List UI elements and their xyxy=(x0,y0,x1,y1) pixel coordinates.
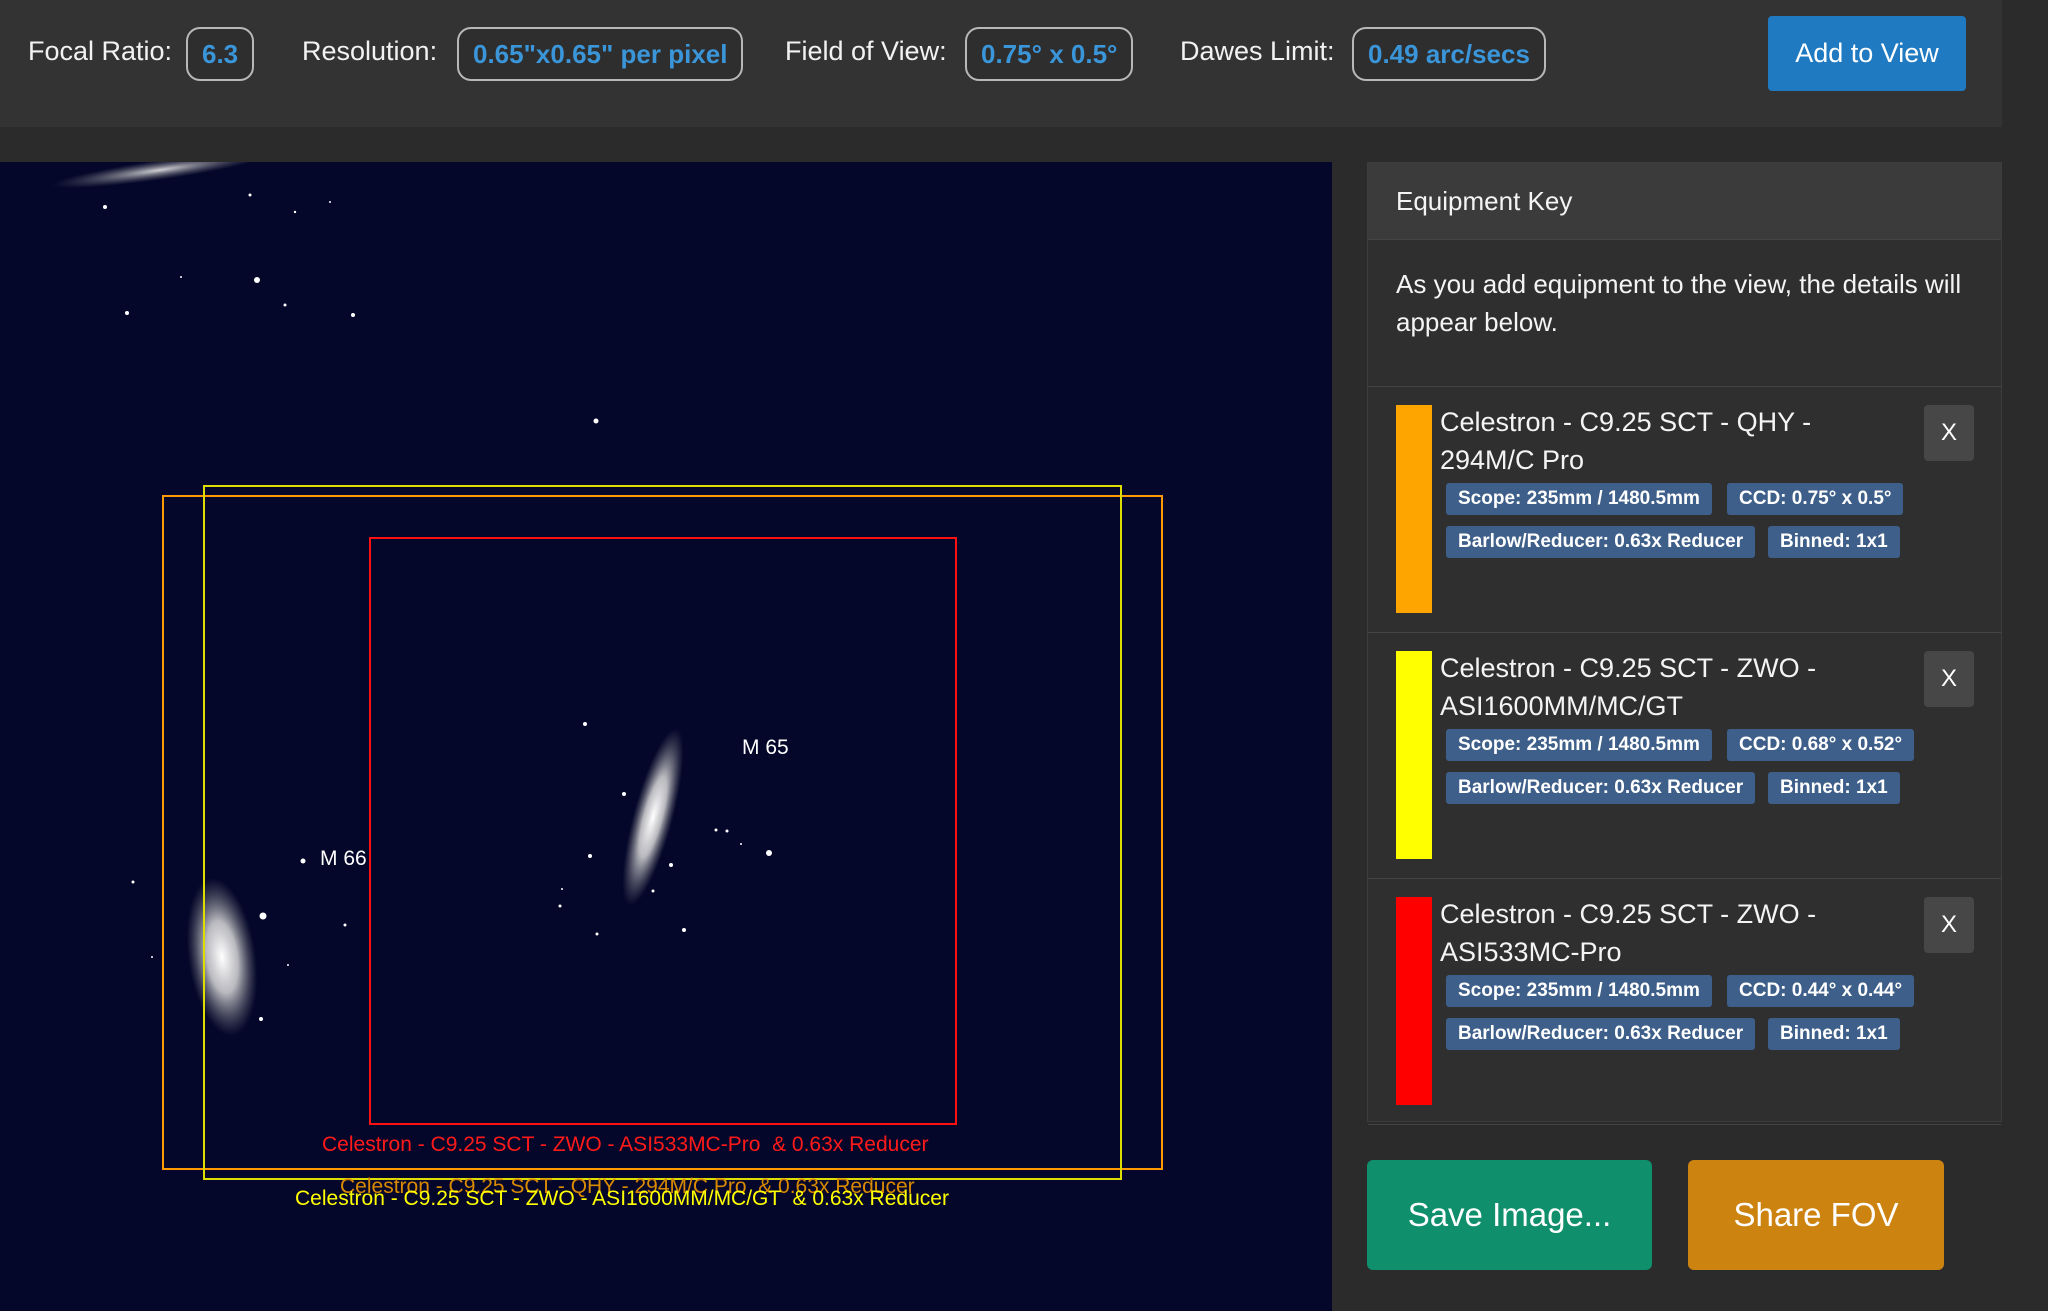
ccd-tag: CCD: 0.44° x 0.44° xyxy=(1727,975,1915,1007)
scope-tag: Scope: 235mm / 1480.5mm xyxy=(1446,729,1712,761)
equipment-name: Celestron - C9.25 SCT - ZWO - ASI1600MM/… xyxy=(1440,653,1817,721)
fov-caption-yellow: Celestron - C9.25 SCT - ZWO - ASI1600MM/… xyxy=(295,1187,949,1210)
m66-galaxy xyxy=(186,877,258,1037)
share-fov-button[interactable]: Share FOV xyxy=(1688,1160,1944,1270)
ccd-tag: CCD: 0.75° x 0.5° xyxy=(1727,483,1904,515)
barlow-tag: Barlow/Reducer: 0.63x Reducer xyxy=(1446,772,1756,804)
m66-label: M 66 xyxy=(320,847,367,870)
equipment-item: Celestron - C9.25 SCT - ZWO - ASI533MC-P… xyxy=(1368,879,2001,1125)
fov-caption-red: Celestron - C9.25 SCT - ZWO - ASI533MC-P… xyxy=(322,1133,929,1156)
add-to-view-button[interactable]: Add to View xyxy=(1768,16,1966,91)
remove-equipment-button[interactable]: X xyxy=(1924,897,1974,953)
sky-view[interactable]: M 65 M 66 Celestron - C9.25 SCT - ZWO - … xyxy=(0,162,1332,1311)
stats-bar: Focal Ratio: 6.3 Resolution: 0.65"x0.65"… xyxy=(0,0,2002,127)
dawes-limit-label: Dawes Limit: xyxy=(1180,36,1335,66)
fov-value: 0.75° x 0.5° xyxy=(965,27,1134,81)
fov-label: Field of View: xyxy=(785,36,947,66)
equipment-item: Celestron - C9.25 SCT - QHY - 294M/C Pro… xyxy=(1368,387,2001,633)
color-swatch-yellow xyxy=(1396,651,1432,859)
remove-equipment-button[interactable]: X xyxy=(1924,405,1974,461)
equipment-key-panel: Equipment Key As you add equipment to th… xyxy=(1367,162,2002,1125)
dawes-limit-value: 0.49 arc/secs xyxy=(1352,27,1546,81)
resolution-value: 0.65"x0.65" per pixel xyxy=(457,27,744,81)
focal-ratio-value: 6.3 xyxy=(186,27,255,81)
color-swatch-red xyxy=(1396,897,1432,1105)
remove-equipment-button[interactable]: X xyxy=(1924,651,1974,707)
sky-image: M 65 M 66 Celestron - C9.25 SCT - ZWO - … xyxy=(51,162,1163,1210)
barlow-tag: Barlow/Reducer: 0.63x Reducer xyxy=(1446,1018,1756,1050)
ccd-tag: CCD: 0.68° x 0.52° xyxy=(1727,729,1915,761)
m65-galaxy xyxy=(622,727,684,907)
panel-intro-text: As you add equipment to the view, the de… xyxy=(1368,240,2001,387)
equipment-name: Celestron - C9.25 SCT - QHY - 294M/C Pro xyxy=(1440,407,1812,475)
focal-ratio-label: Focal Ratio: xyxy=(28,36,173,66)
save-image-button[interactable]: Save Image... xyxy=(1367,1160,1652,1270)
binned-tag: Binned: 1x1 xyxy=(1768,772,1900,804)
binned-tag: Binned: 1x1 xyxy=(1768,526,1900,558)
binned-tag: Binned: 1x1 xyxy=(1768,1018,1900,1050)
barlow-tag: Barlow/Reducer: 0.63x Reducer xyxy=(1446,526,1756,558)
scope-tag: Scope: 235mm / 1480.5mm xyxy=(1446,483,1712,515)
resolution-label: Resolution: xyxy=(302,36,438,66)
m65-label: M 65 xyxy=(742,736,789,759)
equipment-name: Celestron - C9.25 SCT - ZWO - ASI533MC-P… xyxy=(1440,899,1817,967)
color-swatch-orange xyxy=(1396,405,1432,613)
panel-title: Equipment Key xyxy=(1368,163,2001,240)
scope-tag: Scope: 235mm / 1480.5mm xyxy=(1446,975,1712,1007)
edge-galaxy xyxy=(51,162,269,189)
equipment-item: Celestron - C9.25 SCT - ZWO - ASI1600MM/… xyxy=(1368,633,2001,879)
